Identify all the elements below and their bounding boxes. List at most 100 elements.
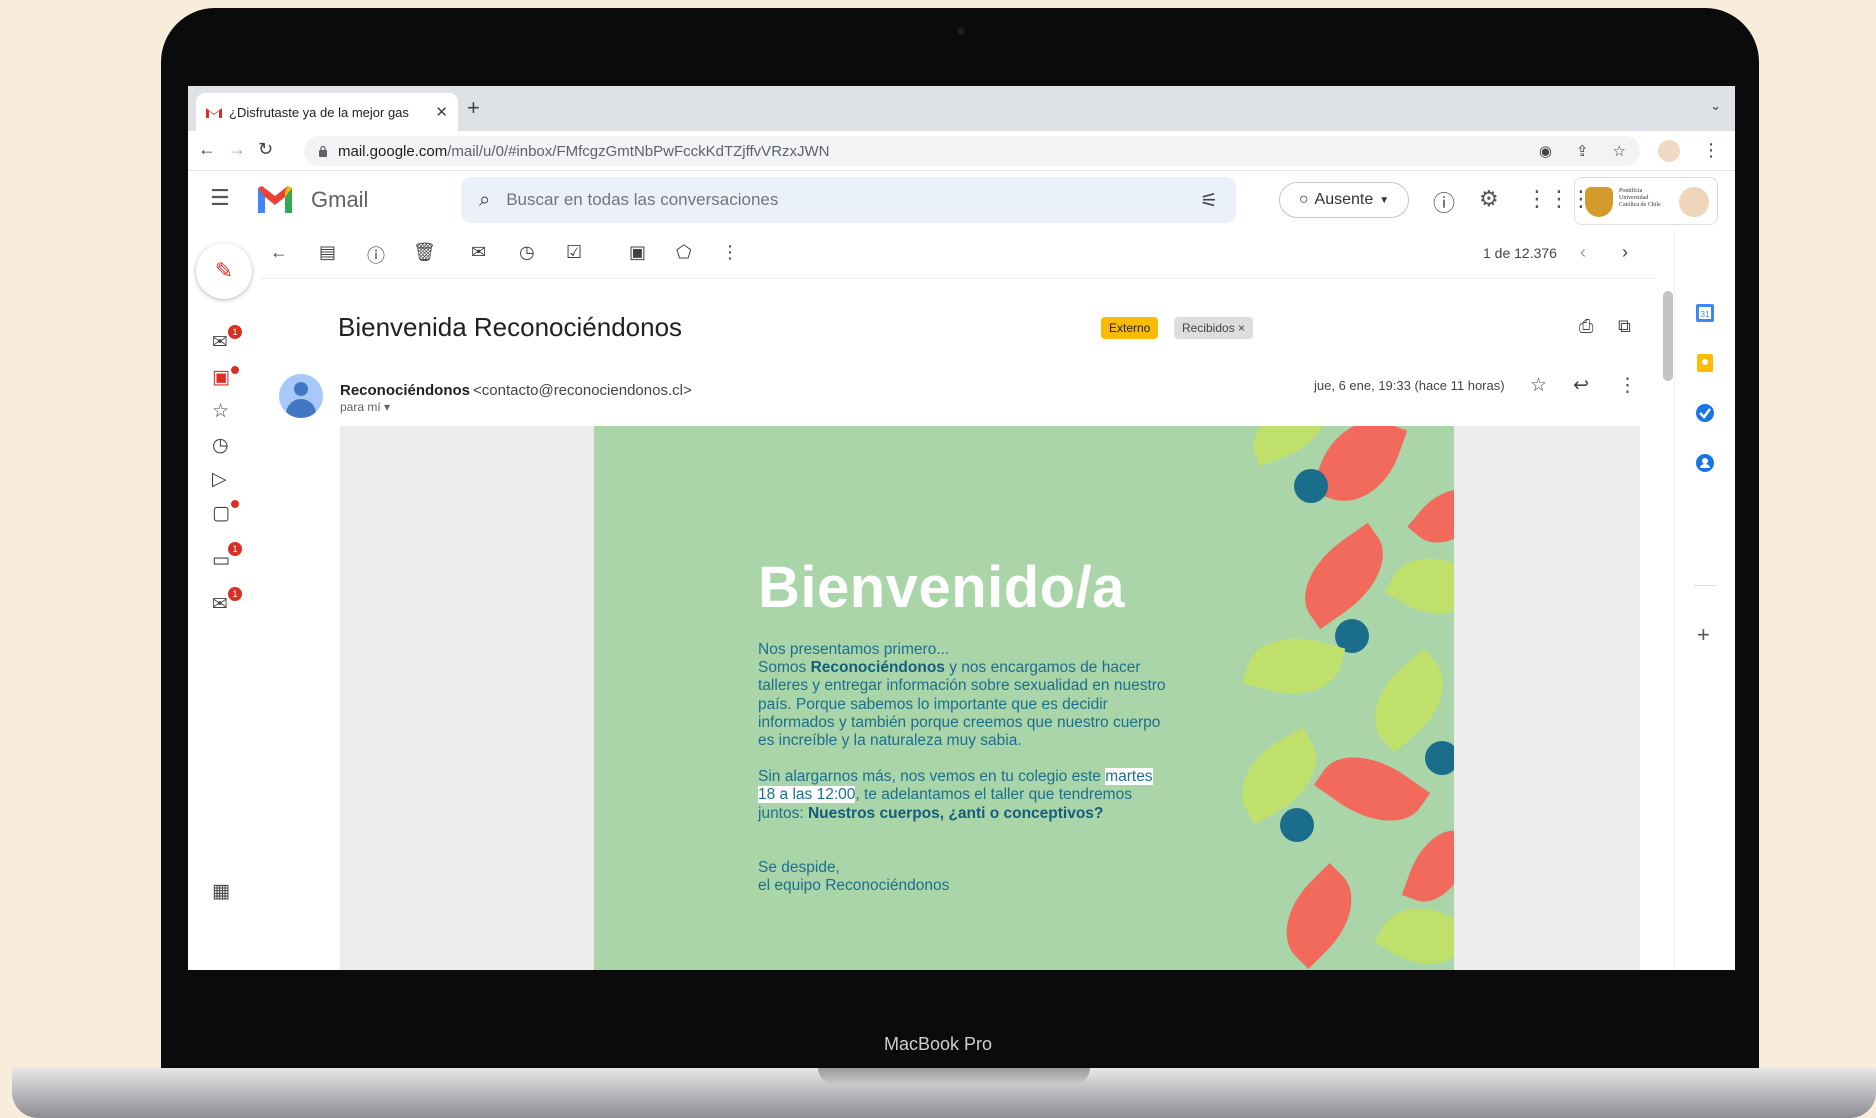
remove-label-icon[interactable]: × [1238, 321, 1245, 335]
svg-text:31: 31 [1701, 310, 1710, 319]
leaf-decoration [1310, 426, 1408, 516]
leaf-decoration [1374, 890, 1454, 970]
keep-icon[interactable] [1694, 352, 1716, 374]
message-subject: Bienvenida Reconociéndonos [338, 312, 683, 342]
sender-name: Reconociéndonos [340, 382, 471, 399]
main-menu-icon[interactable]: ☰ [210, 185, 230, 211]
back-to-inbox-icon[interactable]: ← [270, 242, 288, 263]
tasks-icon[interactable] [1694, 402, 1716, 424]
chat-icon[interactable]: ▭ [212, 549, 230, 572]
drafts-icon[interactable]: ▢ [212, 502, 230, 525]
calendar-icon[interactable]: 31 [1694, 302, 1716, 324]
laptop-notch [818, 1068, 1090, 1084]
search-options-icon[interactable]: ⚟ [1200, 188, 1218, 213]
bookmark-star-icon[interactable]: ☆ [1613, 142, 1626, 160]
move-to-icon[interactable]: ▣ [629, 242, 646, 263]
poster-title: Bienvenido/a [758, 555, 1125, 620]
tab-search-chevron-icon[interactable]: ⌄ [1710, 98, 1721, 114]
account-avatar[interactable] [1679, 187, 1709, 217]
screen: ¿Disfrutaste ya de la mejor gas ✕ + ⌄ ← … [188, 86, 1735, 970]
gmail-wordmark: Gmail [311, 187, 369, 212]
label-inbox[interactable]: Recibidos × [1174, 317, 1254, 339]
search-input[interactable] [506, 190, 1185, 210]
inbox-dot [231, 366, 239, 374]
close-tab-icon[interactable]: ✕ [435, 103, 448, 121]
caret-down-icon: ▼ [1379, 194, 1390, 206]
leaf-decoration [1407, 473, 1454, 559]
search-icon[interactable]: ⌕ [479, 189, 490, 212]
more-options-icon[interactable]: ⋮ [721, 242, 739, 263]
browser-menu-icon[interactable]: ⋮ [1702, 140, 1720, 161]
meet-mail-icon[interactable]: ✉ [212, 593, 228, 616]
mark-unread-icon[interactable]: ✉ [471, 242, 486, 263]
forward-arrow-icon[interactable]: → [228, 139, 246, 160]
left-nav-rail: ✎ ✉ 1 ▣ ☆ ◷ ▷ ▢ ▭ 1 ✉ 1 ▦ [188, 229, 260, 970]
label-inbox-text: Recibidos [1182, 321, 1235, 335]
university-crest-icon [1585, 187, 1613, 217]
sender-email: <contacto@reconociendonos.cl> [473, 382, 692, 399]
browser-profile-avatar[interactable] [1658, 140, 1680, 162]
leaf-decoration [1401, 819, 1454, 913]
print-icon[interactable]: ⎙ [1579, 316, 1593, 337]
message-toolbar: ← ▤ ⓘ 🗑 ✉ ◷ ☑ ▣ ⬠ ⋮ 1 de 12.376 ‹ › [260, 229, 1655, 279]
back-arrow-icon[interactable]: ← [198, 139, 216, 160]
message-scrollbar[interactable] [1663, 291, 1673, 381]
address-bar[interactable]: mail.google.com/mail/u/0/#inbox/FMfcgzGm… [304, 136, 1640, 166]
poster-signoff: Se despide, el equipo Reconociéndonos [758, 858, 950, 895]
reply-icon[interactable]: ↩ [1573, 374, 1589, 397]
star-icon[interactable]: ☆ [1530, 374, 1547, 397]
share-icon[interactable]: ⇪ [1576, 142, 1589, 160]
reload-icon[interactable]: ↻ [258, 139, 273, 160]
inbox-icon[interactable]: ▣ [212, 366, 230, 389]
get-addons-plus-icon[interactable]: + [1697, 622, 1710, 648]
delete-icon[interactable]: 🗑 [413, 242, 436, 263]
open-new-window-icon[interactable]: ⧉ [1618, 316, 1631, 337]
label-external[interactable]: Externo [1101, 317, 1159, 339]
tab-title: ¿Disfrutaste ya de la mejor gas [229, 104, 409, 120]
add-task-icon[interactable]: ☑ [566, 242, 582, 263]
poster-invite-paragraph: Sin alargarnos más, nos vemos en tu cole… [758, 768, 1153, 822]
leaf-decoration [1285, 522, 1403, 630]
new-tab-icon[interactable]: + [467, 95, 480, 121]
message-counter: 1 de 12.376 [1483, 245, 1557, 261]
snoozed-clock-icon[interactable]: ◷ [212, 434, 229, 457]
chat-badge: 1 [228, 542, 242, 556]
sent-icon[interactable]: ▷ [212, 468, 227, 491]
help-icon[interactable]: ⓘ [1433, 186, 1455, 218]
label-icon[interactable]: ⬠ [676, 242, 692, 263]
mail-icon[interactable]: ✉ [212, 331, 228, 354]
welcome-poster: Bienvenido/a Nos presentamos primero... … [594, 426, 1454, 970]
webcam [957, 27, 965, 35]
snooze-icon[interactable]: ◷ [519, 242, 535, 263]
leaf-decoration [1265, 862, 1373, 970]
contacts-icon[interactable] [1694, 452, 1716, 474]
archive-icon[interactable]: ▤ [319, 242, 336, 263]
gmail-logo-icon[interactable] [255, 183, 295, 215]
newer-chevron-icon[interactable]: ‹ [1580, 242, 1586, 263]
status-label: Ausente [1314, 191, 1374, 208]
status-dropdown[interactable]: ○ Ausente ▼ [1279, 182, 1409, 218]
account-switcher[interactable]: Pontificia Universidad Católica de Chile [1574, 177, 1718, 225]
gmail-header: ☰ Gmail ⌕ ⚟ ○ Ausente ▼ ⓘ ⚙ ⋮⋮⋮ Pontific… [188, 171, 1735, 229]
eye-icon[interactable]: ◉ [1539, 142, 1552, 160]
browser-toolbar: ← → ↻ mail.google.com/mail/u/0/#inbox/FM… [188, 131, 1735, 171]
mail-search-bar[interactable]: ⌕ ⚟ [461, 177, 1236, 223]
starred-icon[interactable]: ☆ [212, 400, 229, 423]
pencil-icon: ✎ [214, 258, 234, 283]
meet-badge: 1 [228, 587, 242, 601]
poster-intro-paragraph: Nos presentamos primero... Somos Reconoc… [758, 641, 1166, 750]
message-more-icon[interactable]: ⋮ [1618, 374, 1637, 397]
browser-tab[interactable]: ¿Disfrutaste ya de la mejor gas ✕ [196, 93, 458, 131]
gmail-favicon-icon [206, 108, 222, 118]
report-spam-icon[interactable]: ⓘ [367, 242, 385, 268]
labels-grid-icon[interactable]: ▦ [212, 880, 230, 903]
sender-avatar[interactable] [279, 374, 323, 418]
status-circle-icon: ○ [1298, 191, 1309, 208]
poster-text: Nos presentamos primero... Somos Reconoc… [758, 641, 1168, 913]
browser-tab-bar: ¿Disfrutaste ya de la mejor gas ✕ + ⌄ [188, 86, 1735, 131]
compose-button[interactable]: ✎ [196, 243, 252, 299]
leaf-decoration [1225, 727, 1333, 825]
gear-icon[interactable]: ⚙ [1479, 186, 1499, 212]
recipient-details[interactable]: para mí ▾ [340, 400, 390, 414]
older-chevron-icon[interactable]: › [1622, 242, 1628, 263]
